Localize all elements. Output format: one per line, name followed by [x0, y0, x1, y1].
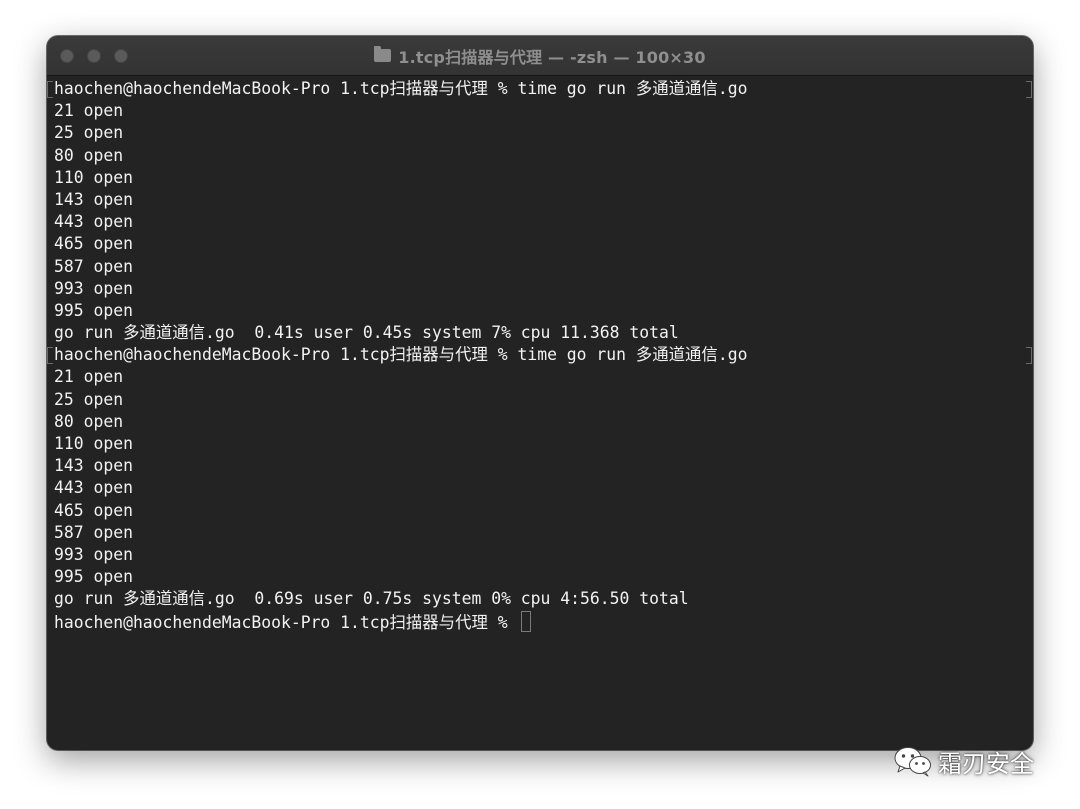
- terminal-window: 1.tcp扫描器与代理 — -zsh — 100×30 haochen@haoc…: [47, 36, 1033, 750]
- prompt-mark-left-icon: [47, 81, 53, 98]
- window-title-text: 1.tcp扫描器与代理 — -zsh — 100×30: [398, 47, 706, 67]
- terminal-line: 587 open: [54, 256, 133, 276]
- terminal-line: haochen@haochendeMacBook-Pro 1.tcp扫描器与代理…: [54, 345, 748, 365]
- terminal-line: 80 open: [54, 411, 124, 431]
- terminal-line: 443 open: [54, 478, 133, 498]
- terminal-line: 80 open: [54, 145, 124, 165]
- terminal-line: go run 多通道通信.go 0.41s user 0.45s system …: [54, 323, 679, 343]
- terminal-line: go run 多通道通信.go 0.69s user 0.75s system …: [54, 589, 689, 609]
- watermark: 霜刃安全: [893, 743, 1034, 779]
- prompt-mark-right-icon: [1026, 347, 1032, 364]
- terminal-prompt: haochen@haochendeMacBook-Pro 1.tcp扫描器与代理…: [54, 612, 518, 632]
- terminal-line: 465 open: [54, 500, 133, 520]
- terminal-line: haochen@haochendeMacBook-Pro 1.tcp扫描器与代理…: [54, 79, 748, 98]
- terminal-line: 25 open: [54, 389, 124, 409]
- text-cursor: [521, 610, 532, 632]
- terminal-output[interactable]: haochen@haochendeMacBook-Pro 1.tcp扫描器与代理…: [54, 78, 1024, 633]
- terminal-line: 110 open: [54, 167, 133, 187]
- terminal-line: 995 open: [54, 300, 133, 320]
- folder-icon: [374, 46, 392, 62]
- terminal-line: 587 open: [54, 522, 133, 542]
- terminal-line: 21 open: [54, 367, 124, 387]
- prompt-mark-left-icon: [47, 347, 53, 364]
- terminal-line: 143 open: [54, 189, 133, 209]
- watermark-text: 霜刃安全: [938, 749, 1034, 778]
- terminal-line: 993 open: [54, 544, 133, 564]
- terminal-line: 465 open: [54, 234, 133, 254]
- title-bar[interactable]: 1.tcp扫描器与代理 — -zsh — 100×30: [47, 36, 1033, 76]
- window-title: 1.tcp扫描器与代理 — -zsh — 100×30: [47, 36, 1033, 75]
- wechat-icon: [894, 747, 931, 777]
- terminal-line: 25 open: [54, 123, 124, 143]
- terminal-line: 21 open: [54, 101, 124, 121]
- terminal-line: 995 open: [54, 567, 133, 587]
- terminal-line: 443 open: [54, 212, 133, 232]
- terminal-line: 110 open: [54, 434, 133, 453]
- terminal-line: 143 open: [54, 456, 133, 476]
- terminal-line: 993 open: [54, 278, 133, 298]
- prompt-mark-right-icon: [1026, 81, 1032, 98]
- terminal-prompt-line[interactable]: haochen@haochendeMacBook-Pro 1.tcp扫描器与代理…: [54, 610, 1024, 633]
